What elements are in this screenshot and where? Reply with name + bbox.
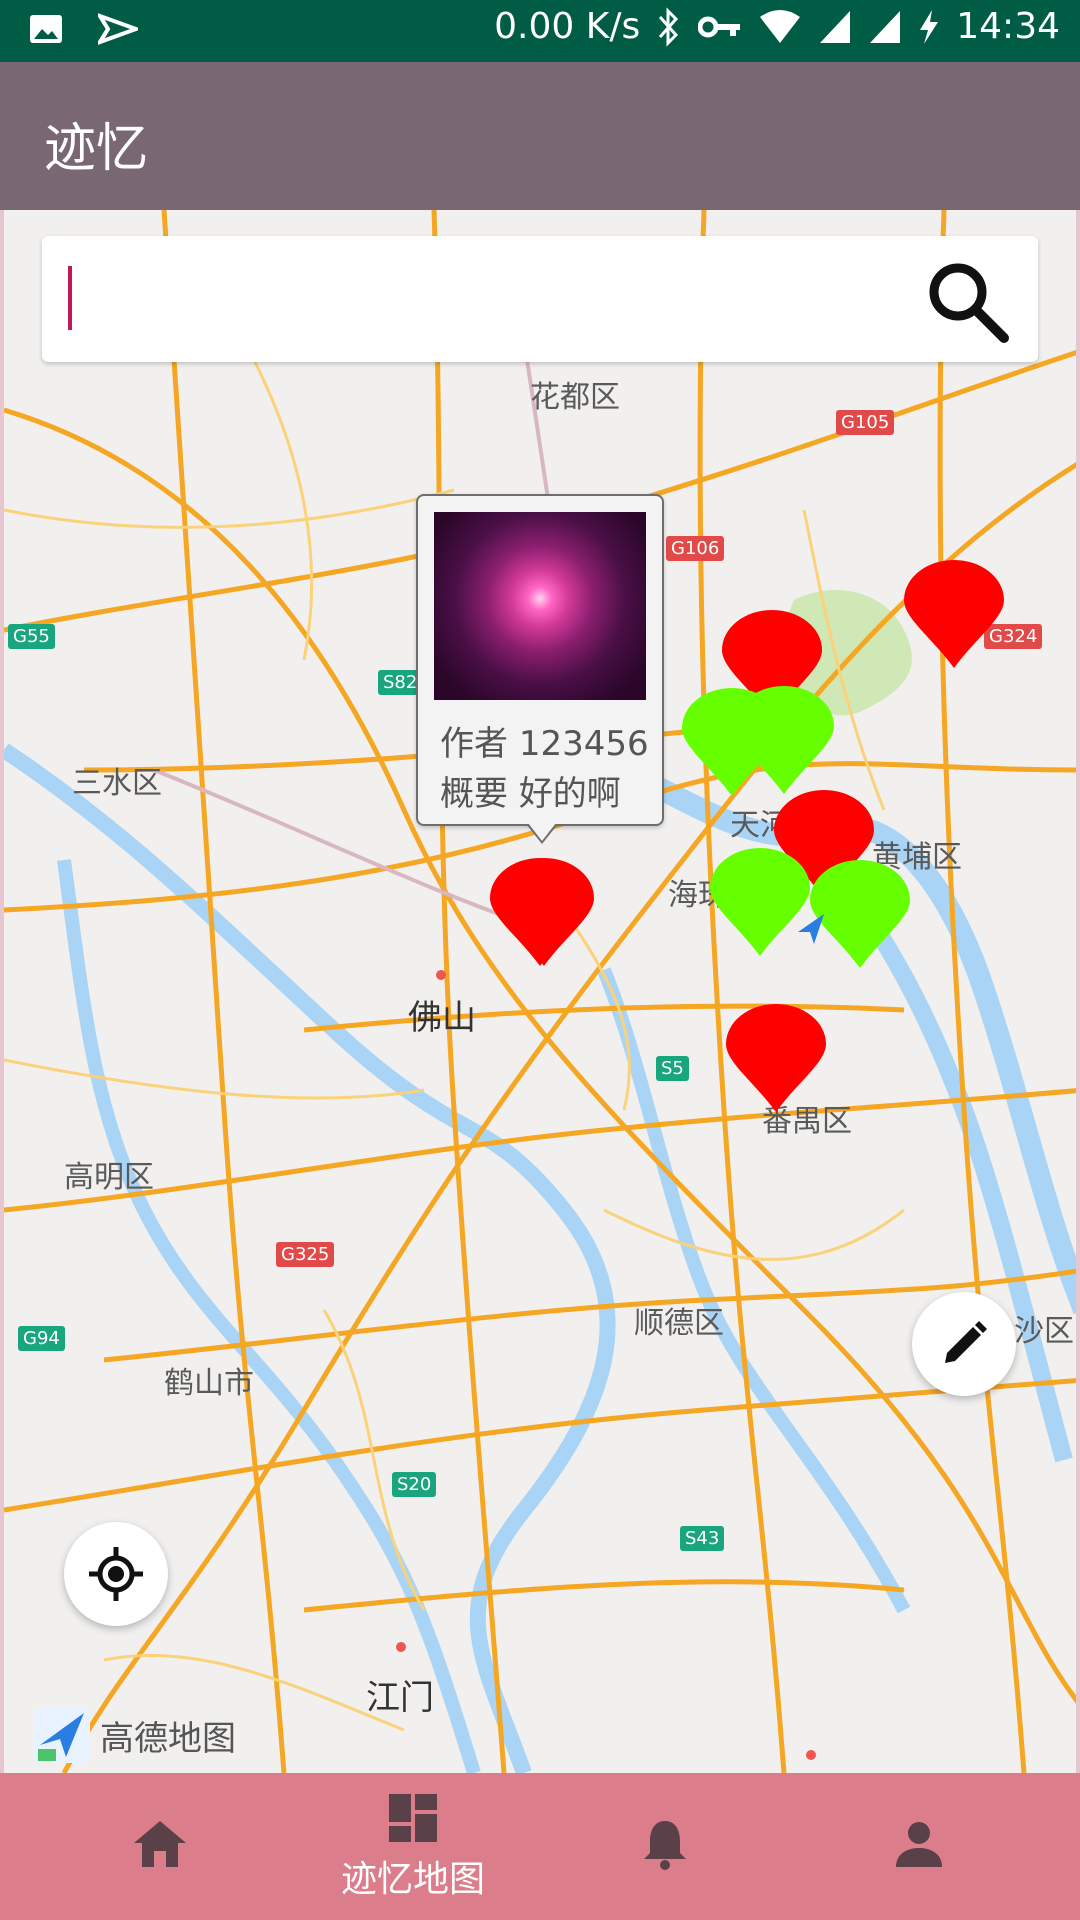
clock: 14:34 [956,6,1060,47]
wifi-icon [760,9,801,43]
amap-logo-icon [34,1707,90,1763]
search-icon[interactable] [922,256,1012,346]
road-shield: G106 [666,536,725,561]
summary-value: 好的啊 [518,774,621,814]
key-icon [698,16,741,37]
nav-notifications[interactable] [530,1773,800,1920]
city-dot [806,1750,816,1760]
app-bar: 迹忆 [0,62,1080,210]
road-shield: G55 [8,624,55,649]
net-speed: 0.00 K/s [494,6,641,47]
my-location-arrow-icon [798,914,824,944]
red-map-marker[interactable] [488,856,592,968]
red-map-marker[interactable] [902,558,1006,670]
crosshair-icon [89,1547,143,1601]
road-shield: G94 [18,1326,65,1351]
search-input[interactable] [68,264,952,336]
place-label: 佛山 [408,998,476,1038]
nav-home[interactable] [25,1773,295,1920]
bottom-navigation: 迹忆地图 [0,1773,1080,1920]
place-label: 高明区 [64,1160,154,1195]
attribution-text: 高德地图 [100,1718,236,1759]
pencil-icon [945,1321,987,1363]
place-label: 沙区 [1014,1314,1074,1349]
map-view[interactable]: 花都区 三水区 佛山 高明区 顺德区 鹤山市 江门 黄埔区 番禺区 海珠 天河 … [0,210,1080,1773]
summary-label: 概要 [440,774,508,814]
place-label: 花都区 [530,380,620,415]
dashboard-icon [389,1793,437,1842]
nav-memory-map-label: 迹忆地图 [340,1858,485,1900]
author-value: 123456 [518,724,649,764]
road-shield: S43 [680,1526,725,1551]
home-icon [134,1820,186,1867]
status-bar: 0.00 K/s 14:34 [0,0,1080,62]
image-notification-icon [30,15,62,43]
place-label: 顺德区 [634,1306,724,1341]
red-map-marker[interactable] [724,1002,828,1114]
edit-button[interactable] [912,1292,1016,1396]
green-map-marker[interactable] [732,684,836,796]
person-icon [896,1821,942,1867]
nav-memory-map[interactable]: 迹忆地图 [278,1773,548,1920]
road-shield: S5 [656,1056,689,1081]
road-shield: S20 [392,1472,437,1497]
map-roads [4,210,1076,1773]
road-shield: G325 [276,1242,335,1267]
search-bar [42,236,1038,362]
app-title: 迹忆 [44,119,149,179]
memory-thumbnail-image [434,512,646,700]
nav-profile[interactable] [784,1773,1054,1920]
my-location-button[interactable] [64,1522,168,1626]
map-attribution: 高德地图 [32,1705,236,1765]
city-dot [396,1642,406,1652]
bell-icon [644,1820,686,1870]
send-notification-icon [98,13,138,45]
marker-info-window[interactable]: 作者 123456 概要 好的啊 [416,494,664,844]
signal-2-icon [870,10,901,43]
bluetooth-icon [659,6,679,47]
place-label: 江门 [366,1678,434,1718]
city-dot [436,970,446,980]
place-label: 鹤山市 [164,1366,254,1401]
charging-icon [920,9,939,44]
signal-icon [820,10,851,43]
author-label: 作者 [440,724,508,764]
place-label: 三水区 [72,766,162,801]
road-shield: G105 [836,410,895,435]
